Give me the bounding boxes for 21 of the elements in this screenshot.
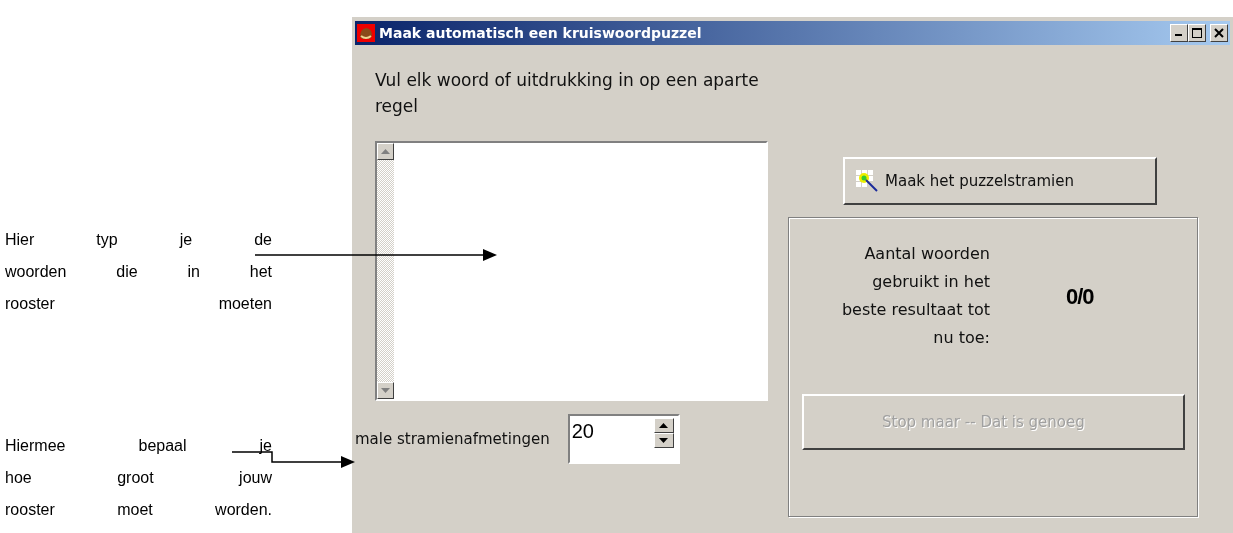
words-field[interactable] xyxy=(375,141,768,401)
result-value: 0/0 xyxy=(1066,282,1094,311)
scroll-up-icon[interactable] xyxy=(381,149,390,154)
maximize-icon[interactable] xyxy=(1192,28,1202,38)
spin-up-icon[interactable] xyxy=(659,423,669,428)
close-button[interactable] xyxy=(1210,24,1228,42)
maximize-button[interactable] xyxy=(1188,24,1206,42)
window-title: Maak automatisch een kruiswoordpuzzel xyxy=(379,23,702,43)
scroll-down-icon[interactable] xyxy=(381,388,390,393)
make-grid-button[interactable]: Maak het puzzelstramien xyxy=(843,157,1157,205)
spin-down-icon[interactable] xyxy=(659,438,669,443)
close-icon[interactable] xyxy=(1214,28,1224,38)
grid-wand-icon xyxy=(855,169,879,193)
size-label: male stramienafmetingen xyxy=(355,428,550,450)
minimize-button[interactable] xyxy=(1170,24,1188,42)
app-icon xyxy=(357,24,375,42)
result-label: Aantal woorden gebruikt in het beste resultaat tot nu toe: xyxy=(840,243,990,349)
scrollbar[interactable] xyxy=(377,143,394,399)
instruction-text: Vul elk woord of uitdrukking in op een aparte regel xyxy=(375,69,760,118)
annotation-text: Hier typ je de woorden die in het rooster moeten xyxy=(5,230,272,314)
annotation-text: Hiermee bepaal je hoe groot jouw rooster moet worden. xyxy=(5,436,272,520)
